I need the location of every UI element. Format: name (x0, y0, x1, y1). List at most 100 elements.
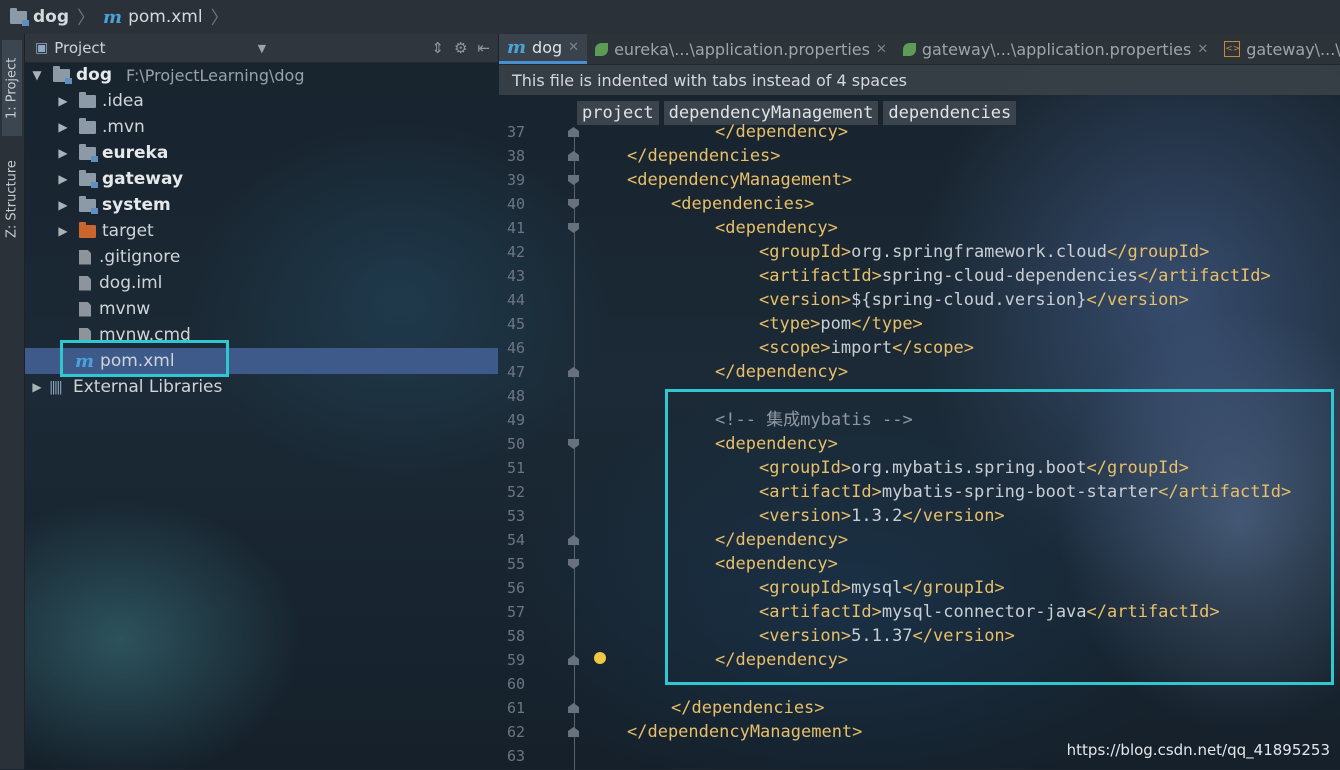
folder-icon (79, 91, 96, 108)
code-text: </dependency> (715, 362, 849, 382)
code-line: 47 </dependency> (499, 360, 1340, 384)
tree-item-label: .mvn (102, 117, 145, 137)
code-text: <artifactId>spring-cloud-dependencies</a… (759, 266, 1271, 286)
fold-end-icon[interactable] (568, 655, 579, 665)
fold-end-icon[interactable] (568, 727, 579, 737)
tree-item[interactable]: ▶ target (25, 218, 498, 244)
chevron-right-icon[interactable]: ▶ (29, 380, 45, 394)
module-folder-icon (79, 143, 98, 162)
tree-item[interactable]: dog.iml (25, 270, 498, 296)
close-icon[interactable]: ✕ (1197, 42, 1208, 57)
module-folder-icon (79, 195, 98, 214)
line-number: 38 (506, 147, 525, 165)
project-view-icon: ▣ (35, 40, 49, 56)
line-number: 39 (506, 171, 525, 189)
editor-tab-bar: m dog ✕ eureka\...\application.properties ✕ g… (499, 34, 1340, 65)
tree-item[interactable]: ▶ .idea (25, 88, 498, 114)
breadcrumb-file-label: pom.xml (128, 7, 203, 27)
close-icon[interactable]: ✕ (568, 40, 579, 55)
tree-item-label: mvnw (99, 299, 151, 319)
editor: m dog ✕ eureka\...\application.properties ✕ g… (499, 34, 1340, 770)
editor-tab[interactable]: <> gateway\...\lo (1216, 34, 1340, 64)
tab-project-toolwindow[interactable]: 1: Project (2, 40, 22, 136)
gear-icon[interactable]: ⚙ (454, 39, 467, 57)
hide-panel-icon[interactable]: ⇤ (477, 39, 490, 57)
editor-tab-label: gateway\...\application.properties (921, 39, 1192, 59)
line-number: 54 (506, 531, 525, 549)
breadcrumb-project-label: dog (33, 7, 70, 27)
tree-item[interactable]: ▶ .mvn (25, 114, 498, 140)
fold-end-icon[interactable] (568, 535, 579, 545)
tab-structure-toolwindow[interactable]: Z: Structure (2, 144, 22, 254)
chevron-right-icon[interactable]: ▶ (55, 198, 71, 212)
tree-item[interactable]: ▼ dog F:\ProjectLearning\dog (25, 62, 498, 88)
folder-icon (79, 117, 96, 134)
chevron-right-icon[interactable]: ▶ (55, 146, 71, 160)
code-line: 37 </dependency> (499, 120, 1340, 144)
highlight-box-mybatis (665, 389, 1334, 685)
view-dropdown-icon[interactable]: ▼ (258, 42, 266, 55)
tree-item[interactable]: ▶ eureka (25, 140, 498, 166)
editor-tab-label: gateway\...\lo (1246, 39, 1340, 59)
chevron-right-icon: 〉 (210, 8, 229, 29)
lightbulb-icon[interactable] (594, 652, 606, 664)
code-text: <groupId>org.springframework.cloud</grou… (759, 242, 1210, 262)
module-folder-icon (79, 169, 98, 188)
code-text: </dependencyManagement> (627, 722, 863, 742)
fold-collapse-icon[interactable] (568, 223, 579, 233)
line-number: 37 (506, 123, 525, 141)
code-text: </dependency> (715, 122, 849, 142)
line-number: 55 (506, 555, 525, 573)
tree-item[interactable]: ▶ system (25, 192, 498, 218)
file-icon (79, 301, 91, 317)
tree-item[interactable]: .gitignore (25, 244, 498, 270)
chevron-down-icon[interactable]: ▼ (29, 68, 45, 82)
chevron-right-icon[interactable]: ▶ (55, 224, 71, 238)
spring-leaf-icon (595, 42, 609, 56)
tree-item[interactable]: ▶ ||||| External Libraries (25, 374, 498, 400)
tree-item-label: eureka (102, 143, 169, 163)
editor-tab[interactable]: eureka\...\application.properties ✕ (587, 34, 895, 64)
line-number: 63 (506, 747, 525, 765)
fold-collapse-icon[interactable] (568, 199, 579, 209)
editor-tab-label: eureka\...\application.properties (614, 39, 870, 59)
chevron-right-icon[interactable]: ▶ (55, 120, 71, 134)
tree-item[interactable]: mvnw (25, 296, 498, 322)
breadcrumb-file[interactable]: m pom.xml 〉 (101, 4, 235, 30)
maven-icon: m (507, 37, 527, 58)
editor-tab[interactable]: m dog ✕ (499, 34, 588, 64)
project-panel-title[interactable]: Project (54, 39, 105, 57)
fold-collapse-icon[interactable] (568, 559, 579, 569)
structure-toolwindow-label: Z: Structure (4, 160, 20, 238)
tree-item-path: F:\ProjectLearning\dog (126, 65, 305, 85)
fold-end-icon[interactable] (568, 127, 579, 137)
editor-tab[interactable]: gateway\...\application.properties ✕ (895, 34, 1216, 64)
code-line: 38 </dependencies> (499, 144, 1340, 168)
maven-icon: m (103, 6, 123, 28)
excluded-folder-icon (79, 221, 96, 238)
fold-end-icon[interactable] (568, 151, 579, 161)
code-text: <version>${spring-cloud.version}</versio… (759, 290, 1189, 310)
indent-notification: This file is indented with tabs instead … (499, 65, 1340, 95)
code-line: 43 <artifactId>spring-cloud-dependencies<… (499, 264, 1340, 288)
file-icon (79, 249, 91, 265)
tree-item-label: dog.iml (99, 273, 163, 293)
code-text: <type>pom</type> (759, 314, 923, 334)
chevron-right-icon[interactable]: ▶ (55, 94, 71, 108)
fold-end-icon[interactable] (568, 367, 579, 377)
collapse-all-icon[interactable]: ⇕ (431, 39, 444, 57)
chevron-right-icon[interactable]: ▶ (55, 172, 71, 186)
fold-collapse-icon[interactable] (568, 439, 579, 449)
line-number: 60 (506, 675, 525, 693)
project-folder-icon (10, 7, 29, 26)
fold-collapse-icon[interactable] (568, 175, 579, 185)
breadcrumb-project[interactable]: dog 〉 (0, 4, 101, 30)
tree-item-label: target (102, 221, 154, 241)
line-number: 47 (506, 363, 525, 381)
fold-end-icon[interactable] (568, 703, 579, 713)
line-number: 42 (506, 243, 525, 261)
close-icon[interactable]: ✕ (876, 42, 887, 57)
tree-item[interactable]: ▶ gateway (25, 166, 498, 192)
line-number: 53 (506, 507, 525, 525)
file-icon (79, 275, 91, 291)
